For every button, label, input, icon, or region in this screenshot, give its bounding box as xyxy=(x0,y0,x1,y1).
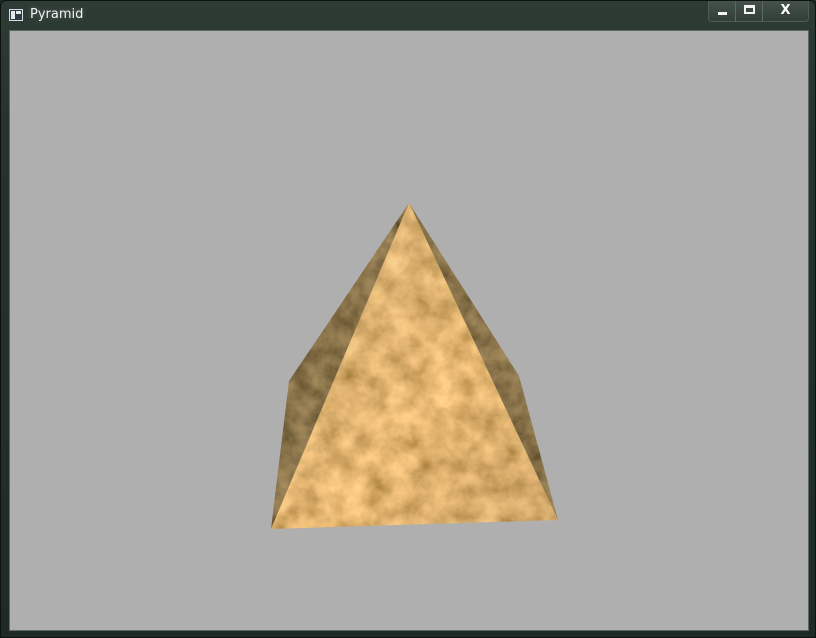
render-viewport[interactable] xyxy=(9,30,809,631)
window-title: Pyramid xyxy=(30,7,84,22)
close-button[interactable]: X xyxy=(763,1,808,21)
app-window-icon[interactable] xyxy=(9,9,23,21)
title-bar[interactable]: Pyramid X xyxy=(1,1,815,29)
close-icon: X xyxy=(780,3,791,18)
caption-buttons: X xyxy=(708,1,809,22)
minimize-icon xyxy=(718,12,727,15)
maximize-icon xyxy=(744,5,755,14)
minimize-button[interactable] xyxy=(709,1,736,21)
maximize-button[interactable] xyxy=(736,1,763,21)
pyramid-scene xyxy=(271,203,558,529)
app-window: Pyramid X xyxy=(0,0,816,638)
